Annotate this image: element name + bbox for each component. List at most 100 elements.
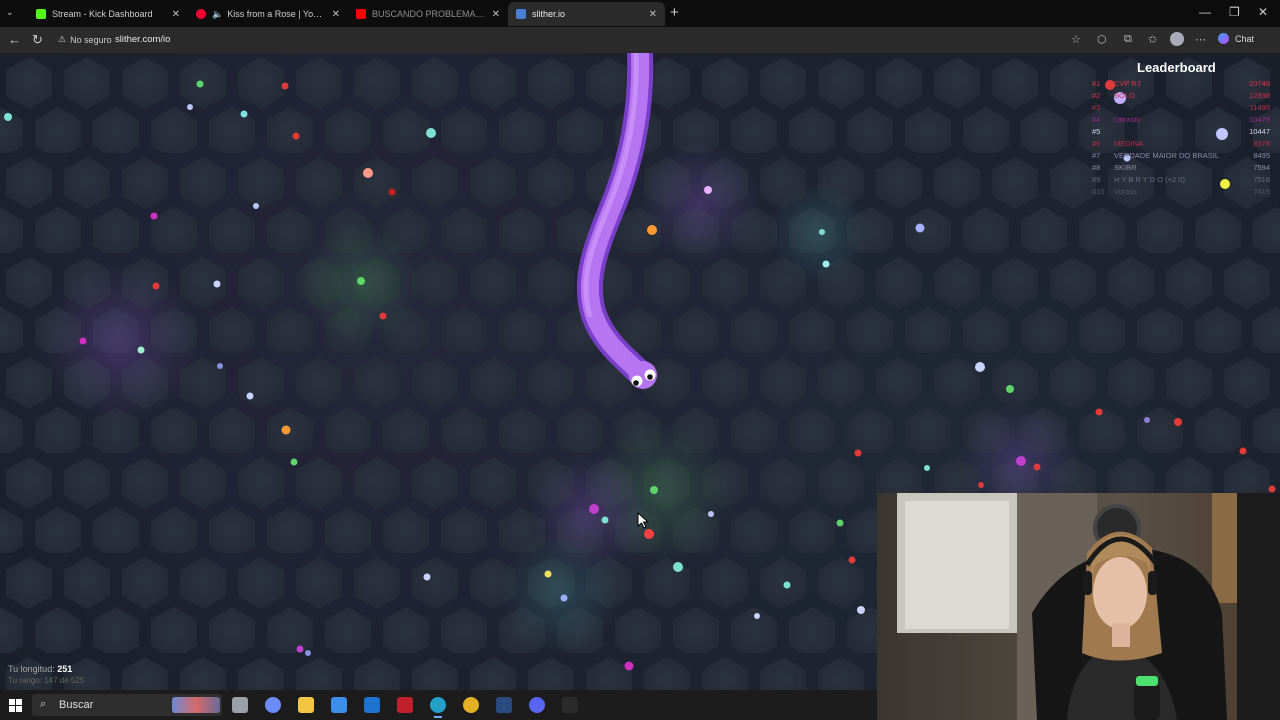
leaderboard-row: #4 catrasto 10479: [1092, 115, 1270, 127]
streamlabs-icon[interactable]: [562, 697, 578, 713]
leaderboard-rank: #2: [1092, 91, 1101, 100]
steam-icon[interactable]: [496, 697, 512, 713]
chrome-icon[interactable]: [463, 697, 479, 713]
leaderboard-score: 10479: [1249, 115, 1270, 124]
tab-kick-dashboard[interactable]: Stream - Kick Dashboard ✕: [28, 2, 188, 26]
split-screen-icon[interactable]: ⧉: [1124, 33, 1132, 46]
leaderboard-rank: #6: [1092, 139, 1101, 148]
leaderboard-score: 7415: [1253, 187, 1270, 196]
leaderboard-name: SKIBR: [1114, 163, 1137, 172]
close-tab-icon[interactable]: ✕: [172, 9, 180, 20]
leaderboard-row: #7 VERDADE MAIOR DO BRASIL 8495: [1092, 151, 1270, 163]
search-placeholder: Buscar: [59, 699, 94, 711]
leaderboard-score: 11495: [1249, 103, 1270, 112]
rank-text: Tu rango: 147 de 525: [8, 676, 85, 685]
slither-icon: [516, 9, 526, 19]
tab-list-chevron-icon[interactable]: ⌄: [6, 7, 14, 18]
store-icon[interactable]: [331, 697, 347, 713]
close-tab-icon[interactable]: ✕: [332, 9, 340, 20]
leaderboard-row: #10 Vorass 7415: [1092, 187, 1270, 199]
copilot-icon[interactable]: [265, 697, 281, 713]
length-label: Tu longitud:: [8, 664, 55, 674]
favorite-star-icon[interactable]: ☆: [1071, 33, 1081, 46]
chat-button[interactable]: Chat: [1218, 33, 1254, 44]
favorites-icon[interactable]: ✩: [1148, 33, 1157, 46]
warning-icon: ⚠: [58, 34, 67, 44]
discord-icon[interactable]: [529, 697, 545, 713]
chat-label: Chat: [1235, 33, 1255, 44]
close-window-icon[interactable]: ✕: [1258, 5, 1268, 19]
search-icon: ⌕: [40, 698, 47, 710]
address-bar: ← ↻ ⚠ No seguro slither.com/io ☆ ⬡ ⧉ ✩ ⋯…: [0, 27, 1280, 53]
leaderboard-rank: #10: [1092, 187, 1105, 196]
leaderboard-rank: #4: [1092, 115, 1101, 124]
leaderboard-score: 8495: [1253, 151, 1270, 160]
player-stats: Tu longitud: 251 Tu rango: 147 de 525: [8, 663, 84, 687]
leaderboard-score: 12838: [1249, 91, 1270, 100]
tab-title: slither.io: [532, 9, 566, 19]
copilot-icon: [1218, 33, 1229, 44]
leaderboard-title: Leaderboard: [1137, 60, 1216, 75]
leaderboard-name: [1114, 127, 1230, 139]
leaderboard-rank: #5: [1092, 127, 1101, 136]
leaderboard-rank: #7: [1092, 151, 1101, 160]
leaderboard-score: 10447: [1249, 127, 1270, 136]
browser-tab-bar: ⌄ Stream - Kick Dashboard ✕ 🔈 Kiss from …: [0, 0, 1280, 27]
webcam-overlay: [877, 493, 1280, 720]
leaderboard-name: VERDADE MAIOR DO BRASIL: [1114, 151, 1220, 160]
new-tab-plus-icon[interactable]: +: [670, 4, 679, 21]
leaderboard-name: MEDINA: [1114, 139, 1144, 148]
tab-youtube-video[interactable]: BUSCANDO PROBLEMAS EN EL M ✕: [348, 2, 508, 26]
outlook-icon[interactable]: [364, 697, 380, 713]
file-explorer-icon[interactable]: [298, 697, 314, 713]
leaderboard-row: #2 SOLO 12838: [1092, 91, 1270, 103]
leaderboard-rank: #1: [1092, 79, 1101, 88]
leaderboard-name: SOLO: [1114, 91, 1135, 100]
leaderboard-score: 8378: [1253, 139, 1270, 148]
security-label: No seguro: [70, 34, 112, 45]
leaderboard-row: #3 11495: [1092, 103, 1270, 115]
edge-icon[interactable]: [430, 697, 446, 718]
minimize-icon[interactable]: —: [1199, 5, 1211, 19]
taskbar-search[interactable]: ⌕ Buscar: [32, 694, 222, 716]
youtube-music-icon: [196, 9, 206, 19]
tab-title: BUSCANDO PROBLEMAS EN EL M: [372, 9, 486, 19]
tab-youtube-music[interactable]: 🔈 Kiss from a Rose | YouTube Music ✕: [188, 2, 348, 26]
back-arrow-icon[interactable]: ←: [8, 32, 21, 47]
restore-icon[interactable]: ❐: [1229, 5, 1240, 19]
profile-avatar[interactable]: [1170, 32, 1184, 46]
more-menu-icon[interactable]: ⋯: [1195, 33, 1206, 46]
windows-taskbar: ⌕ Buscar: [0, 690, 877, 720]
length-value: 251: [57, 664, 73, 674]
tab-slither[interactable]: slither.io ✕: [508, 2, 665, 26]
audio-playing-icon[interactable]: 🔈: [212, 9, 223, 20]
leaderboard-score: 7594: [1253, 163, 1270, 172]
close-tab-icon[interactable]: ✕: [649, 9, 657, 20]
leaderboard-name: catrasto: [1114, 115, 1141, 124]
kick-icon: [36, 9, 46, 19]
leaderboard-row: #6 MEDINA 8378: [1092, 139, 1270, 151]
leaderboard-name: CVP RJ: [1114, 79, 1141, 88]
close-tab-icon[interactable]: ✕: [492, 9, 500, 20]
search-highlight-image: [172, 697, 220, 713]
windows-start-icon[interactable]: [9, 699, 22, 712]
leaderboard-rank: #9: [1092, 175, 1101, 184]
leaderboard-row: #9 H Y B R Y D O (+2 0) 7516: [1092, 175, 1270, 187]
leaderboard-name: H Y B R Y D O (+2 0): [1114, 175, 1185, 184]
task-view-icon[interactable]: [232, 697, 248, 713]
leaderboard-score: 7516: [1253, 175, 1270, 184]
reload-icon[interactable]: ↻: [32, 32, 43, 48]
leaderboard-rank: #3: [1092, 103, 1101, 112]
webcam-feed-image: [877, 493, 1280, 720]
tab-title: Stream - Kick Dashboard: [52, 9, 153, 19]
security-indicator[interactable]: ⚠ No seguro: [58, 34, 112, 45]
youtube-icon: [356, 9, 366, 19]
obs-icon[interactable]: [397, 697, 413, 713]
leaderboard-name: Vorass: [1114, 187, 1137, 196]
leaderboard-row: #8 SKIBR 7594: [1092, 163, 1270, 175]
leaderboard-name: [1114, 103, 1230, 115]
url-field[interactable]: slither.com/io: [115, 34, 170, 45]
extensions-icon[interactable]: ⬡: [1097, 33, 1107, 46]
leaderboard-row: #1 CVP RJ 20748: [1092, 79, 1270, 91]
leaderboard-row: #5 10447: [1092, 127, 1270, 139]
